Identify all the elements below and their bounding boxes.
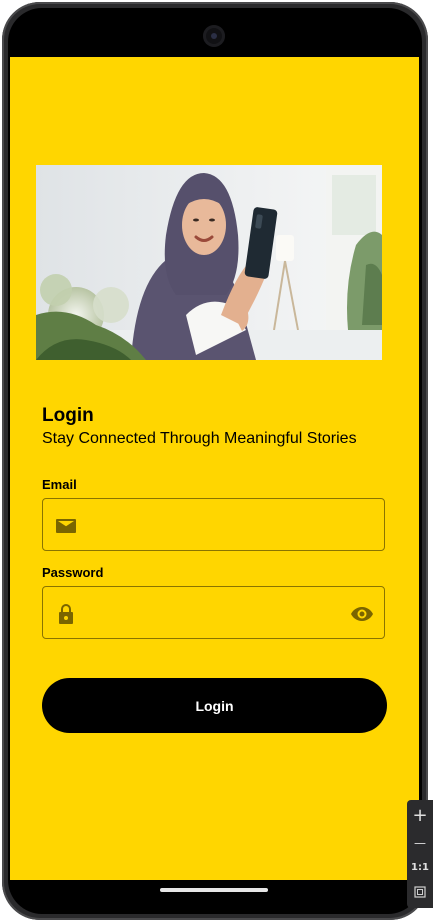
password-label: Password [42,565,104,580]
page-title: Login [42,405,94,426]
login-screen: Login Stay Connected Through Meaningful … [10,57,419,880]
actual-size-button[interactable]: 1:1 [407,858,433,878]
device-frame: Login Stay Connected Through Meaningful … [0,0,433,924]
lock-icon [54,602,78,626]
email-input[interactable] [89,499,343,552]
home-indicator[interactable] [160,888,268,892]
zoom-out-button[interactable]: — [407,832,433,854]
mail-icon [54,514,78,538]
zoom-in-button[interactable]: + [407,804,433,828]
login-button[interactable]: Login [42,678,387,733]
eye-icon[interactable] [350,602,374,626]
woman-video-call-photo [36,165,382,360]
front-camera [203,25,225,47]
hero-image [36,165,382,360]
password-field[interactable] [42,586,385,640]
email-label: Email [42,477,77,492]
password-input[interactable] [89,587,343,640]
page-subtitle: Stay Connected Through Meaningful Storie… [42,430,357,447]
fit-screen-icon[interactable] [407,882,433,902]
email-field[interactable] [42,498,385,552]
emulator-toolbar: + — 1:1 [407,800,433,908]
